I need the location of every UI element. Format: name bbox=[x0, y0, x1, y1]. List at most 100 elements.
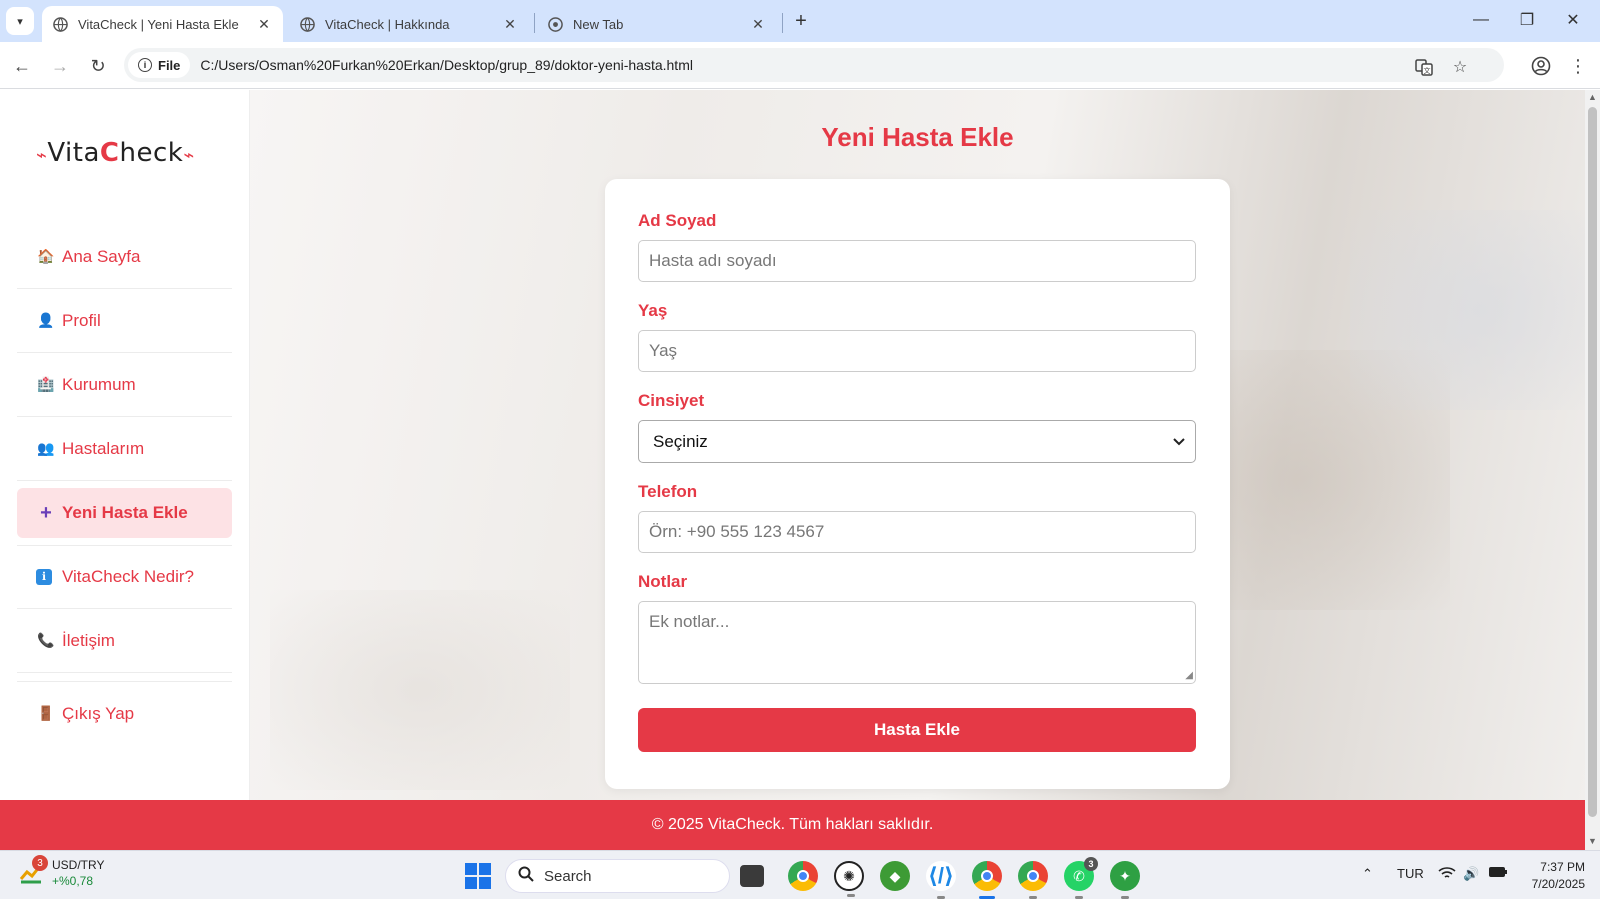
hospital-icon: 🏥 bbox=[37, 376, 55, 392]
translate-icon[interactable]: 文 bbox=[1414, 57, 1434, 77]
file-explorer-icon[interactable] bbox=[740, 865, 764, 887]
sidebar-item-label: İletişim bbox=[62, 630, 115, 650]
sidebar-item-cikis-yap[interactable]: 🚪 Çıkış Yap bbox=[17, 681, 232, 745]
svg-text:文: 文 bbox=[1424, 66, 1431, 75]
forward-button[interactable]: → bbox=[46, 52, 74, 80]
clock-time: 7:37 PM bbox=[1540, 860, 1585, 874]
back-button[interactable]: ← bbox=[8, 52, 36, 80]
tab-separator bbox=[782, 13, 783, 33]
sidebar-item-label: Ana Sayfa bbox=[62, 246, 141, 266]
gender-select[interactable]: Seçiniz bbox=[638, 420, 1196, 463]
sidebar-item-iletisim[interactable]: 📞 İletişim bbox=[17, 609, 232, 673]
browser-toolbar: ← → ↻ i File C:/Users/Osman%20Furkan%20E… bbox=[0, 42, 1600, 89]
phone-label: Telefon bbox=[638, 482, 698, 501]
close-tab-icon[interactable]: ✕ bbox=[749, 15, 767, 33]
plus-icon: + bbox=[40, 501, 52, 524]
wifi-icon[interactable] bbox=[1438, 866, 1456, 883]
sidebar-item-vitacheck-nedir[interactable]: ℹ VitaCheck Nedir? bbox=[17, 545, 232, 609]
chatgpt-icon[interactable]: ✺ bbox=[834, 861, 864, 897]
profile-icon[interactable] bbox=[1527, 52, 1555, 80]
chrome-profile-icon[interactable] bbox=[1018, 861, 1048, 899]
close-window-button[interactable]: ✕ bbox=[1550, 6, 1596, 34]
site-chip-label: File bbox=[158, 57, 181, 73]
chevron-up-icon[interactable]: ⌃ bbox=[1362, 866, 1373, 882]
sidebar-item-label: Hastalarım bbox=[62, 438, 145, 458]
vscode-icon[interactable]: ⟨/⟩ bbox=[926, 861, 956, 899]
notes-textarea[interactable]: Ek notlar... ◢ bbox=[638, 601, 1196, 684]
heartbeat-icon: ⌁ bbox=[36, 145, 48, 166]
age-input[interactable]: Yaş bbox=[638, 330, 1196, 372]
chrome-icon bbox=[547, 16, 563, 32]
tab-hakkinda[interactable]: VitaCheck | Hakkında ✕ bbox=[289, 6, 529, 42]
sidebar-item-label: Profil bbox=[62, 310, 101, 330]
sidebar-item-hastalarim[interactable]: 👥 Hastalarım bbox=[17, 417, 232, 481]
background-photo bbox=[1350, 210, 1585, 410]
restore-button[interactable]: ❐ bbox=[1504, 6, 1550, 34]
currency-widget[interactable]: 3 USD/TRY +%0,78 bbox=[18, 855, 105, 889]
close-tab-icon[interactable]: ✕ bbox=[255, 15, 273, 33]
chrome-app-icon[interactable] bbox=[788, 861, 818, 891]
minimize-button[interactable]: — bbox=[1458, 6, 1504, 34]
phone-placeholder: Örn: +90 555 123 4567 bbox=[649, 522, 825, 541]
tab-search-button[interactable]: ▾ bbox=[6, 7, 34, 35]
logo-text-left: Vita bbox=[47, 138, 100, 168]
page-scrollbar[interactable]: ▲ ▼ bbox=[1585, 90, 1600, 850]
sidebar-item-yeni-hasta-ekle[interactable]: + Yeni Hasta Ekle bbox=[17, 488, 232, 538]
phone-input[interactable]: Örn: +90 555 123 4567 bbox=[638, 511, 1196, 553]
globe-icon bbox=[299, 16, 315, 32]
close-tab-icon[interactable]: ✕ bbox=[501, 15, 519, 33]
sidebar-item-profil[interactable]: 👤 Profil bbox=[17, 289, 232, 353]
taskbar-search[interactable]: Search bbox=[505, 859, 730, 893]
info-icon: ℹ bbox=[36, 569, 52, 585]
widget-title: USD/TRY bbox=[52, 858, 105, 872]
add-patient-button[interactable]: Hasta Ekle bbox=[638, 708, 1196, 752]
chevron-down-icon bbox=[1173, 435, 1185, 449]
name-placeholder: Hasta adı soyadı bbox=[649, 251, 777, 270]
resize-handle-icon[interactable]: ◢ bbox=[1185, 670, 1193, 681]
tab-title: New Tab bbox=[573, 16, 624, 32]
windows-start-icon[interactable] bbox=[465, 863, 491, 889]
scroll-down-icon[interactable]: ▼ bbox=[1587, 836, 1598, 848]
whatsapp-icon[interactable]: ✆ 3 bbox=[1064, 857, 1098, 899]
chrome-active-icon[interactable] bbox=[972, 861, 1002, 899]
age-label: Yaş bbox=[638, 301, 668, 320]
system-clock[interactable]: 7:37 PM 7/20/2025 bbox=[1515, 859, 1585, 893]
site-info-chip[interactable]: i File bbox=[128, 52, 191, 78]
age-placeholder: Yaş bbox=[649, 341, 678, 360]
razer-icon[interactable]: ✦ bbox=[1110, 861, 1140, 899]
sidebar-item-label: VitaCheck Nedir? bbox=[62, 567, 194, 586]
gitkraken-icon[interactable]: ◆ bbox=[880, 861, 910, 891]
notes-label: Notlar bbox=[638, 572, 688, 591]
chevron-down-icon: ▾ bbox=[17, 15, 23, 28]
vitacheck-logo[interactable]: ⌁VitaCheck⌁ bbox=[36, 138, 195, 168]
page-title: Yeni Hasta Ekle bbox=[821, 122, 1014, 152]
gender-selected-value: Seçiniz bbox=[653, 431, 708, 451]
new-patient-form: Ad Soyad Hasta adı soyadı Yaş Yaş Cinsiy… bbox=[605, 179, 1230, 789]
sidebar-nav: 🏠 Ana Sayfa 👤 Profil 🏥 Kurumum 👥 Hastala… bbox=[17, 225, 232, 745]
address-bar[interactable]: i File C:/Users/Osman%20Furkan%20Erkan/D… bbox=[124, 48, 1504, 82]
phone-icon: 📞 bbox=[37, 632, 55, 648]
volume-icon[interactable]: 🔊 bbox=[1463, 866, 1479, 882]
tab-yeni-hasta-ekle[interactable]: VitaCheck | Yeni Hasta Ekle ✕ bbox=[42, 6, 283, 42]
windows-taskbar: 3 USD/TRY +%0,78 Search ✺ ◆ ⟨/⟩ ✆ 3 ✦ ⌃ T… bbox=[0, 850, 1600, 899]
new-tab-button[interactable]: + bbox=[789, 9, 813, 33]
more-menu-icon[interactable]: ⋮ bbox=[1564, 52, 1592, 80]
background-photo bbox=[270, 590, 570, 790]
url-text[interactable]: C:/Users/Osman%20Furkan%20Erkan/Desktop/… bbox=[200, 57, 693, 73]
name-input[interactable]: Hasta adı soyadı bbox=[638, 240, 1196, 282]
tab-new-tab[interactable]: New Tab ✕ bbox=[537, 6, 777, 42]
sidebar-item-label: Çıkış Yap bbox=[62, 703, 135, 723]
footer-text: © 2025 VitaCheck. Tüm hakları saklıdır. bbox=[651, 816, 934, 833]
scroll-up-icon[interactable]: ▲ bbox=[1587, 92, 1598, 104]
sidebar-item-ana-sayfa[interactable]: 🏠 Ana Sayfa bbox=[17, 225, 232, 289]
reload-button[interactable]: ↻ bbox=[84, 52, 112, 80]
scrollbar-thumb[interactable] bbox=[1588, 107, 1597, 817]
chart-icon: 3 bbox=[18, 855, 48, 887]
sidebar-item-kurumum[interactable]: 🏥 Kurumum bbox=[17, 353, 232, 417]
door-icon: 🚪 bbox=[37, 705, 55, 721]
tab-separator bbox=[534, 13, 535, 33]
battery-icon[interactable] bbox=[1488, 866, 1508, 881]
language-indicator[interactable]: TUR bbox=[1397, 866, 1424, 881]
bookmark-star-icon[interactable]: ☆ bbox=[1450, 57, 1470, 77]
whatsapp-badge: 3 bbox=[1084, 857, 1098, 871]
